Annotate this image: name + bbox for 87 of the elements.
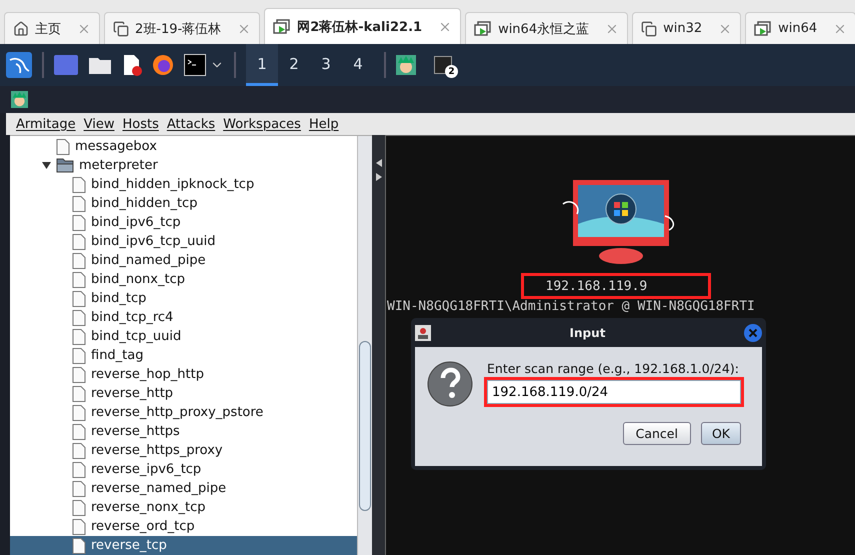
terminal-icon[interactable] <box>184 54 206 76</box>
tree-item[interactable]: meterpreter <box>10 156 357 175</box>
window-icon <box>113 20 129 36</box>
workspace-tab[interactable]: 2 <box>278 44 310 86</box>
file-icon <box>72 290 86 306</box>
menu-item[interactable]: Hosts <box>122 116 159 132</box>
running-window-icon <box>273 18 292 34</box>
tree-item[interactable]: bind_tcp_uuid <box>10 327 357 346</box>
menu-item[interactable]: Workspaces <box>223 116 301 132</box>
menu-item[interactable]: Attacks <box>166 116 216 132</box>
file-icon <box>56 138 70 154</box>
close-icon[interactable] <box>744 324 762 342</box>
tree-item[interactable]: reverse_ipv6_tcp <box>10 460 357 479</box>
file-icon <box>72 252 86 268</box>
file-icon <box>72 500 86 516</box>
tree-item[interactable]: bind_hidden_tcp <box>10 194 357 213</box>
browser-tab[interactable]: 2班-19-蒋伍林 <box>104 12 260 44</box>
home-icon <box>13 20 29 36</box>
scrollbar[interactable] <box>357 136 372 555</box>
tree-item[interactable]: reverse_tcp <box>10 536 357 555</box>
file-icon <box>72 310 86 326</box>
workspace-tab[interactable]: 4 <box>342 44 374 86</box>
terminal-icon[interactable] <box>434 56 452 74</box>
expand-arrow-icon[interactable] <box>376 173 382 181</box>
menu-item[interactable]: Armitage <box>16 116 76 132</box>
file-icon <box>72 348 86 364</box>
file-icon <box>72 538 86 554</box>
prompt-text: Enter scan range (e.g., 192.168.1.0/24): <box>487 361 740 376</box>
tree-item[interactable]: reverse_hop_http <box>10 365 357 384</box>
running-window-icon <box>754 20 772 36</box>
tree-item[interactable]: bind_named_pipe <box>10 251 357 270</box>
app-icon <box>415 324 431 340</box>
expand-triangle-icon[interactable] <box>42 161 51 170</box>
window-icon <box>641 20 658 36</box>
workspace-tab[interactable]: 1 <box>246 44 278 86</box>
tree-item[interactable]: reverse_http <box>10 384 357 403</box>
host-address: 192.168.119.9 <box>520 273 710 299</box>
count-badge: 2 <box>445 65 458 78</box>
file-icon <box>72 386 86 402</box>
menu-item[interactable]: Help <box>308 116 339 132</box>
file-icon <box>72 404 86 420</box>
file-icon <box>72 480 86 496</box>
tree-item[interactable]: bind_tcp <box>10 289 357 308</box>
file-icon <box>72 424 86 440</box>
menu-item[interactable]: View <box>84 116 114 132</box>
browser-tab[interactable]: 网2蒋伍林-kali22.1 <box>264 8 462 44</box>
dialog-title: Input <box>570 326 606 340</box>
folder-icon <box>56 158 74 173</box>
file-icon <box>72 272 86 288</box>
tree-item[interactable]: reverse_nonx_tcp <box>10 498 357 517</box>
tree-item[interactable]: bind_nonx_tcp <box>10 270 357 289</box>
file-icon <box>72 234 86 250</box>
tree-item[interactable]: reverse_http_proxy_pstore <box>10 403 357 422</box>
scroll-thumb[interactable] <box>359 341 371 511</box>
file-icon <box>72 462 86 478</box>
host-label: WIN-N8GQG18FRTI\Administrator @ WIN-N8GQG18FRTI <box>387 299 755 314</box>
dragon-logo-icon[interactable] <box>6 52 32 78</box>
file-icon <box>72 366 86 382</box>
browser-tab[interactable]: 主页 <box>4 12 100 44</box>
tree-item[interactable]: find_tag <box>10 346 357 365</box>
tree-item[interactable]: reverse_https <box>10 422 357 441</box>
document-icon[interactable] <box>122 54 142 76</box>
workspace-tab[interactable]: 3 <box>310 44 342 86</box>
folder-icon[interactable] <box>88 55 112 75</box>
tree-item[interactable]: bind_ipv6_tcp <box>10 213 357 232</box>
tree-item[interactable]: reverse_named_pipe <box>10 479 357 498</box>
running-window-icon <box>474 20 492 36</box>
file-icon <box>72 176 86 192</box>
collapse-arrow-icon[interactable] <box>376 159 382 167</box>
file-icon <box>72 214 86 230</box>
dialog-button[interactable]: Cancel <box>622 422 691 445</box>
tree-item[interactable]: bind_tcp_rc4 <box>10 308 357 327</box>
input-field[interactable]: 192.168.119.0/24 <box>487 380 741 404</box>
file-icon <box>72 518 86 534</box>
tree-item[interactable]: bind_hidden_ipknock_tcp <box>10 175 357 194</box>
tree-item[interactable]: reverse_ord_tcp <box>10 517 357 536</box>
tree-item[interactable]: reverse_https_proxy <box>10 441 357 460</box>
tree-item[interactable]: bind_ipv6_tcp_uuid <box>10 232 357 251</box>
browser-tab[interactable]: win64永恒之蓝 <box>465 12 628 44</box>
dialog-button[interactable]: OK <box>700 422 741 445</box>
browser-tab[interactable]: win64 <box>745 12 855 44</box>
question-icon <box>427 361 473 407</box>
file-icon <box>72 328 86 344</box>
browser-tab[interactable]: win32 <box>632 12 742 44</box>
file-icon <box>72 442 86 458</box>
tree-item[interactable]: messagebox <box>10 137 357 156</box>
file-icon <box>72 196 86 212</box>
